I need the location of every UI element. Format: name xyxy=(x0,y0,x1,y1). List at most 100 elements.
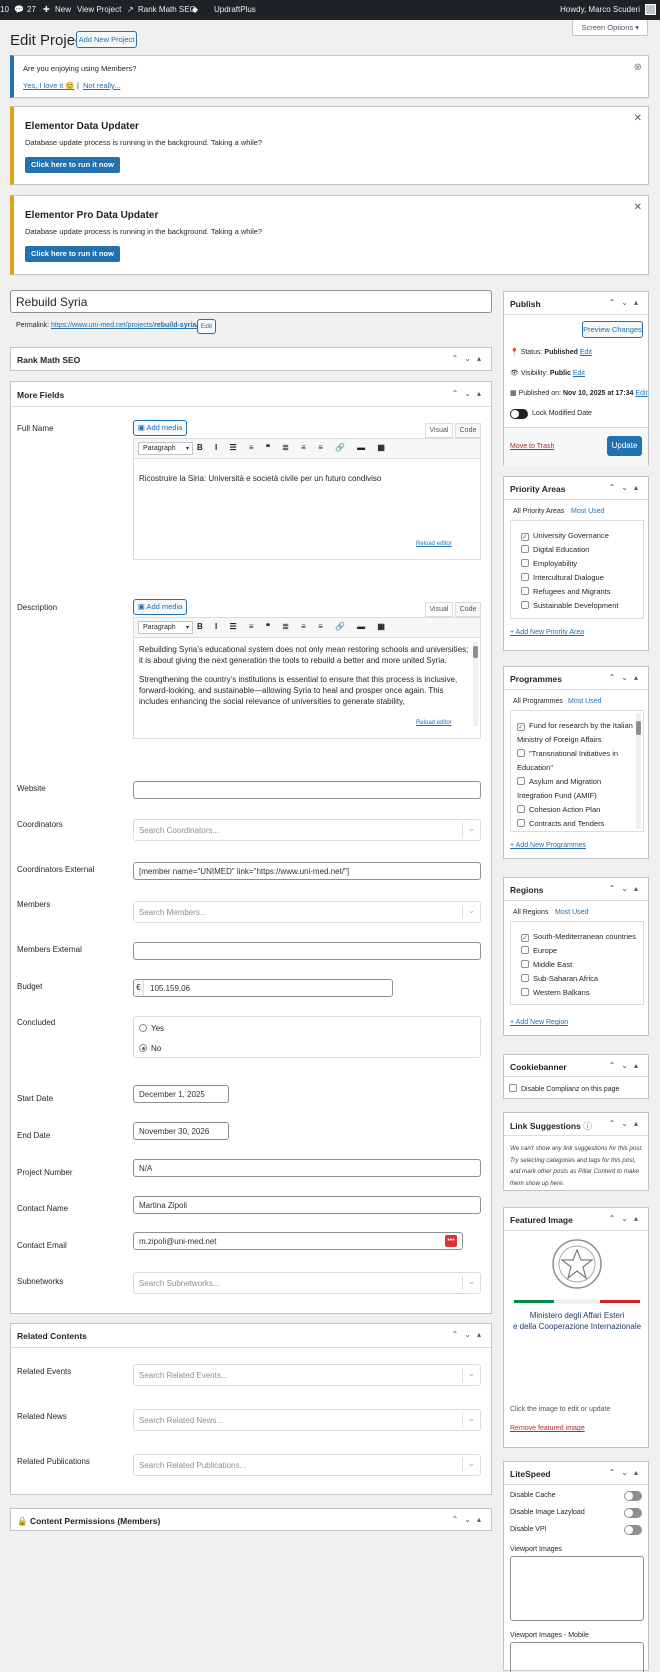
start-date-input[interactable]: December 1, 2025 xyxy=(133,1085,229,1103)
post-title-input[interactable]: Rebuild Syria xyxy=(10,290,492,313)
password-manager-icon[interactable]: ••• xyxy=(445,1235,457,1247)
subnetworks-select[interactable]: Search Subnetworks... ⌄ xyxy=(133,1272,481,1294)
box-title[interactable]: Programmes xyxy=(510,674,562,684)
description-text[interactable]: Rebuilding Syria’s educational system do… xyxy=(139,644,469,728)
remove-featured-image-link[interactable]: Remove featured image xyxy=(510,1425,585,1432)
site-number[interactable]: 10 xyxy=(0,5,9,14)
tab-code[interactable]: Code xyxy=(455,602,481,617)
comments-count[interactable]: 27 xyxy=(27,5,36,14)
box-arrows-icon[interactable]: ⌃⌄▴ xyxy=(609,884,644,893)
priority-area-item[interactable]: Refugees and Migrants xyxy=(521,587,611,596)
chevron-down-icon[interactable]: ⌄ xyxy=(462,823,480,837)
add-media-button[interactable]: ▣ Add media xyxy=(133,599,187,615)
move-to-trash-link[interactable]: Move to Trash xyxy=(510,443,554,450)
chevron-down-icon[interactable]: ⌄ xyxy=(462,905,480,919)
region-item[interactable]: Sub-Saharan Africa xyxy=(521,974,598,983)
run-updater-button[interactable]: Click here to run it now xyxy=(25,246,120,262)
box-arrows-icon[interactable]: ⌃⌄▴ xyxy=(609,1119,644,1128)
box-title[interactable]: Related Contents xyxy=(17,1331,87,1341)
avatar[interactable] xyxy=(645,4,656,15)
programme-item[interactable]: Cohesion Action Plan xyxy=(517,803,600,817)
add-media-button[interactable]: ▣ Add media xyxy=(133,420,187,436)
box-title[interactable]: More Fields xyxy=(17,390,64,400)
box-arrows-icon[interactable]: ⌃⌄▴ xyxy=(452,1330,487,1339)
contact-email-input[interactable]: m.zipoli@uni-med.net xyxy=(133,1232,463,1250)
box-arrows-icon[interactable]: ⌃⌄▴ xyxy=(452,1515,487,1524)
disable-vpi-toggle[interactable] xyxy=(624,1525,642,1535)
contact-name-input[interactable]: Martina Zipoli xyxy=(133,1196,481,1214)
howdy-user[interactable]: Howdy, Marco Scuderi xyxy=(560,5,640,14)
box-title[interactable]: Featured Image xyxy=(510,1215,573,1225)
radio-no[interactable]: No xyxy=(139,1044,161,1053)
region-item[interactable]: ✓ South-Mediterranean countries xyxy=(521,932,636,942)
box-title[interactable]: Link Suggestions ⓘ xyxy=(510,1120,592,1132)
related-news-select[interactable]: Search Related News... ⌄ xyxy=(133,1409,481,1431)
scrollbar[interactable] xyxy=(473,642,478,726)
tab-visual[interactable]: Visual xyxy=(425,602,453,617)
box-title[interactable]: Publish xyxy=(510,299,541,309)
full-name-text[interactable]: Ricostruire la Siria: Università e socie… xyxy=(139,474,381,483)
radio-yes[interactable]: Yes xyxy=(139,1024,164,1033)
help-icon[interactable]: ⓘ xyxy=(583,1121,592,1131)
related-publications-select[interactable]: Search Related Publications... ⌄ xyxy=(133,1454,481,1476)
chevron-down-icon[interactable]: ⌄ xyxy=(462,1276,480,1290)
members-select[interactable]: Search Members... ⌄ xyxy=(133,901,481,923)
love-it-link[interactable]: Yes, I love it 😊 xyxy=(23,81,75,90)
reload-editor-link[interactable]: Reload editor xyxy=(416,720,452,726)
disable-complianz-checkbox[interactable]: Disable Complianz on this page xyxy=(509,1084,619,1093)
box-title[interactable]: 🔒 Content Permissions (Members) xyxy=(17,1516,160,1527)
edit-status-link[interactable]: Edit xyxy=(580,349,592,356)
priority-area-item[interactable]: Intercultural Dialogue xyxy=(521,573,604,582)
project-number-input[interactable]: N/A xyxy=(133,1159,481,1177)
preview-changes-button[interactable]: Preview Changes xyxy=(582,321,643,338)
add-region-link[interactable]: + Add New Region xyxy=(510,1019,568,1026)
tab-all-regions[interactable]: All Regions xyxy=(513,909,548,916)
box-arrows-icon[interactable]: ⌃⌄▴ xyxy=(609,483,644,492)
add-new-project-button[interactable]: Add New Project xyxy=(76,31,137,48)
end-date-input[interactable]: November 30, 2026 xyxy=(133,1122,229,1140)
permalink-url[interactable]: https://www.uni-med.net/projects/rebuild… xyxy=(51,322,198,329)
box-arrows-icon[interactable]: ⌃⌄▴ xyxy=(609,1468,644,1477)
box-title[interactable]: Rank Math SEO xyxy=(17,355,80,365)
programme-item[interactable]: ✓ Fund for research by the Italian Ministr… xyxy=(517,719,633,747)
box-arrows-icon[interactable]: ⌃⌄▴ xyxy=(609,1061,644,1070)
chevron-down-icon[interactable]: ⌄ xyxy=(462,1368,480,1382)
chevron-down-icon[interactable]: ⌄ xyxy=(462,1413,480,1427)
chevron-down-icon[interactable]: ⌄ xyxy=(462,1458,480,1472)
box-title[interactable]: LiteSpeed xyxy=(510,1469,551,1479)
region-item[interactable]: Western Balkans xyxy=(521,988,590,997)
paragraph-select[interactable]: Paragraph ▾ xyxy=(138,442,193,455)
reload-editor-link[interactable]: Reload editor xyxy=(416,541,452,547)
permalink-edit-button[interactable]: Edit xyxy=(197,319,216,334)
box-arrows-icon[interactable]: ⌃⌄▴ xyxy=(452,389,487,398)
formatting-icons[interactable]: B I ☰ ≡ ❝ ≣ ≡ ≡ 🔗 ▬ ▦ xyxy=(197,443,390,452)
programme-item[interactable]: Contracts and Tenders xyxy=(517,817,604,831)
members-external-input[interactable] xyxy=(133,942,481,960)
close-icon[interactable]: ✕ xyxy=(634,202,642,213)
featured-image[interactable]: Ministero degli Affari Esteri e della Coo… xyxy=(510,1236,644,1356)
add-programmes-link[interactable]: + Add New Programmes xyxy=(510,842,586,849)
viewport-images-textarea[interactable] xyxy=(510,1556,644,1621)
box-arrows-icon[interactable]: ⌃⌄▴ xyxy=(609,1214,644,1223)
box-title[interactable]: Priority Areas xyxy=(510,484,565,494)
related-events-select[interactable]: Search Related Events... ⌄ xyxy=(133,1364,481,1386)
coordinators-external-input[interactable]: [member name="UNIMED" link="https://www.… xyxy=(133,862,481,880)
run-updater-button[interactable]: Click here to run it now xyxy=(25,157,120,173)
box-title[interactable]: Regions xyxy=(510,885,544,895)
tab-all-priority-areas[interactable]: All Priority Areas xyxy=(513,508,564,515)
close-icon[interactable]: ✕ xyxy=(634,113,642,124)
website-input[interactable] xyxy=(133,781,481,799)
tab-most-used[interactable]: Most Used xyxy=(571,508,604,515)
formatting-icons[interactable]: B I ☰ ≡ ❝ ≣ ≡ ≡ 🔗 ▬ ▦ xyxy=(197,622,390,631)
paragraph-select[interactable]: Paragraph ▾ xyxy=(138,621,193,634)
priority-area-item[interactable]: Employability xyxy=(521,559,577,568)
tab-most-used[interactable]: Most Used xyxy=(568,698,601,705)
new-link[interactable]: New xyxy=(55,5,71,14)
box-arrows-icon[interactable]: ⌃⌄▴ xyxy=(609,673,644,682)
rank-math-link[interactable]: Rank Math SEO xyxy=(138,5,196,14)
priority-area-item[interactable]: Digital Education xyxy=(521,545,589,554)
tab-all-programmes[interactable]: All Programmes xyxy=(513,698,563,705)
box-arrows-icon[interactable]: ⌃⌄▴ xyxy=(452,354,487,363)
programme-item[interactable]: "Transnational Initiatives in Education" xyxy=(517,747,618,775)
edit-date-link[interactable]: Edit xyxy=(635,390,647,397)
